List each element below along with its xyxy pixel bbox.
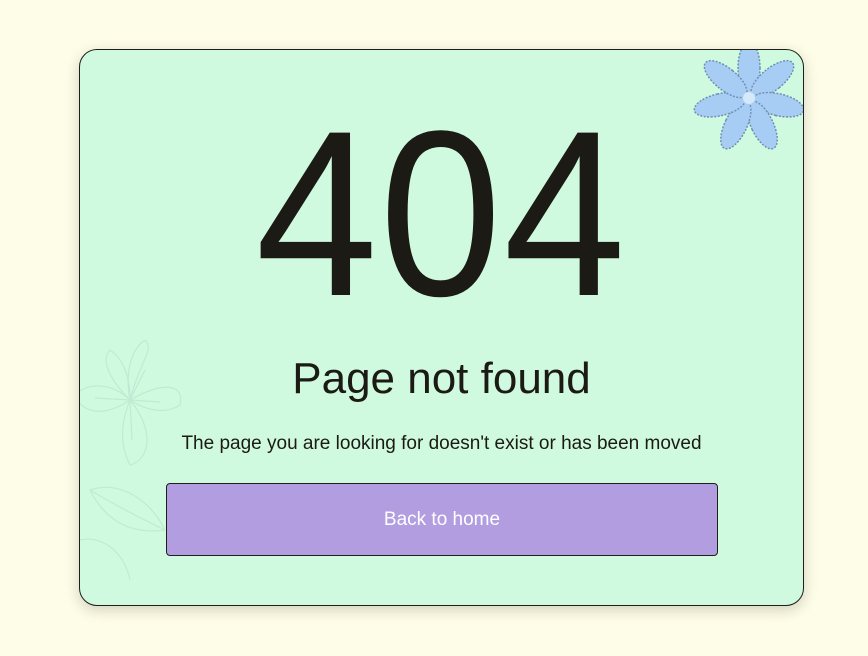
error-message: The page you are looking for doesn't exi…: [181, 433, 702, 454]
back-to-home-label: Back to home: [383, 508, 501, 530]
back-to-home-button[interactable]: Back to home: [166, 483, 718, 556]
error-card: 404 Page not found The page you are look…: [79, 49, 804, 606]
error-code: 404: [255, 82, 628, 346]
page-title: Page not found: [292, 354, 591, 403]
